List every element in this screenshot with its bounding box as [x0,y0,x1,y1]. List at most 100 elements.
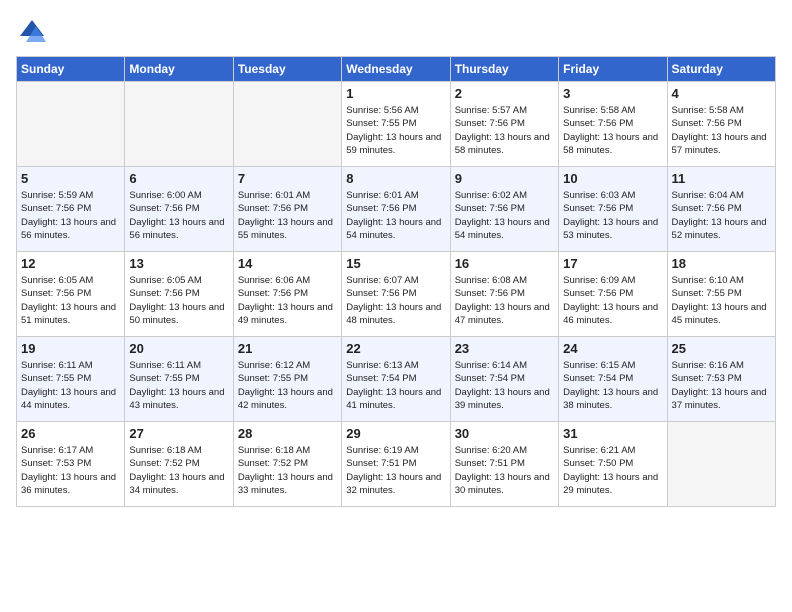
day-info: Sunrise: 6:09 AMSunset: 7:56 PMDaylight:… [563,274,662,327]
day-info: Sunrise: 6:13 AMSunset: 7:54 PMDaylight:… [346,359,445,412]
calendar-week-row: 5 Sunrise: 5:59 AMSunset: 7:56 PMDaylight… [17,167,776,252]
calendar-cell: 20 Sunrise: 6:11 AMSunset: 7:55 PMDayligh… [125,337,233,422]
calendar-cell: 2 Sunrise: 5:57 AMSunset: 7:56 PMDaylight… [450,82,558,167]
day-number: 10 [563,171,662,186]
calendar-cell: 31Sunrise: 6:21 AMSunset: 7:50 PMDayligh… [559,422,667,507]
weekday-header: Friday [559,57,667,82]
logo-icon [16,16,48,48]
day-number: 3 [563,86,662,101]
calendar-cell: 16 Sunrise: 6:08 AMSunset: 7:56 PMDayligh… [450,252,558,337]
day-info: Sunrise: 6:15 AMSunset: 7:54 PMDaylight:… [563,359,662,412]
day-info: Sunrise: 6:08 AMSunset: 7:56 PMDaylight:… [455,274,554,327]
day-info: Sunrise: 5:59 AMSunset: 7:56 PMDaylight:… [21,189,120,242]
day-number: 19 [21,341,120,356]
calendar-cell [125,82,233,167]
day-info: Sunrise: 6:00 AMSunset: 7:56 PMDaylight:… [129,189,228,242]
day-info: Sunrise: 6:03 AMSunset: 7:56 PMDaylight:… [563,189,662,242]
calendar-cell: 29Sunrise: 6:19 AMSunset: 7:51 PMDayligh… [342,422,450,507]
weekday-header: Monday [125,57,233,82]
weekday-header-row: SundayMondayTuesdayWednesdayThursdayFrid… [17,57,776,82]
calendar-cell: 14 Sunrise: 6:06 AMSunset: 7:56 PMDayligh… [233,252,341,337]
calendar-cell: 22 Sunrise: 6:13 AMSunset: 7:54 PMDayligh… [342,337,450,422]
calendar-cell: 7 Sunrise: 6:01 AMSunset: 7:56 PMDaylight… [233,167,341,252]
day-number: 6 [129,171,228,186]
day-number: 29 [346,426,445,441]
day-number: 24 [563,341,662,356]
day-number: 17 [563,256,662,271]
day-info: Sunrise: 6:16 AMSunset: 7:53 PMDaylight:… [672,359,771,412]
calendar-cell: 1 Sunrise: 5:56 AMSunset: 7:55 PMDaylight… [342,82,450,167]
day-number: 21 [238,341,337,356]
day-info: Sunrise: 6:17 AMSunset: 7:53 PMDaylight:… [21,444,120,497]
calendar-cell: 18 Sunrise: 6:10 AMSunset: 7:55 PMDayligh… [667,252,775,337]
calendar-week-row: 1 Sunrise: 5:56 AMSunset: 7:55 PMDaylight… [17,82,776,167]
calendar-cell: 3 Sunrise: 5:58 AMSunset: 7:56 PMDaylight… [559,82,667,167]
day-number: 28 [238,426,337,441]
calendar-cell: 10 Sunrise: 6:03 AMSunset: 7:56 PMDayligh… [559,167,667,252]
day-info: Sunrise: 6:20 AMSunset: 7:51 PMDaylight:… [455,444,554,497]
calendar-cell [233,82,341,167]
day-info: Sunrise: 6:11 AMSunset: 7:55 PMDaylight:… [21,359,120,412]
weekday-header: Sunday [17,57,125,82]
day-info: Sunrise: 6:04 AMSunset: 7:56 PMDaylight:… [672,189,771,242]
weekday-header: Saturday [667,57,775,82]
calendar-cell: 17 Sunrise: 6:09 AMSunset: 7:56 PMDayligh… [559,252,667,337]
day-number: 12 [21,256,120,271]
day-info: Sunrise: 6:07 AMSunset: 7:56 PMDaylight:… [346,274,445,327]
calendar-cell: 9 Sunrise: 6:02 AMSunset: 7:56 PMDaylight… [450,167,558,252]
day-info: Sunrise: 6:14 AMSunset: 7:54 PMDaylight:… [455,359,554,412]
day-number: 16 [455,256,554,271]
day-number: 2 [455,86,554,101]
day-number: 8 [346,171,445,186]
calendar-cell: 19 Sunrise: 6:11 AMSunset: 7:55 PMDayligh… [17,337,125,422]
calendar-cell: 26 Sunrise: 6:17 AMSunset: 7:53 PMDayligh… [17,422,125,507]
calendar-week-row: 19 Sunrise: 6:11 AMSunset: 7:55 PMDayligh… [17,337,776,422]
logo [16,16,52,48]
calendar-table: SundayMondayTuesdayWednesdayThursdayFrid… [16,56,776,507]
weekday-header: Wednesday [342,57,450,82]
day-number: 23 [455,341,554,356]
calendar-cell: 27Sunrise: 6:18 AMSunset: 7:52 PMDayligh… [125,422,233,507]
day-number: 26 [21,426,120,441]
day-info: Sunrise: 5:57 AMSunset: 7:56 PMDaylight:… [455,104,554,157]
day-number: 7 [238,171,337,186]
day-number: 18 [672,256,771,271]
calendar-cell: 15 Sunrise: 6:07 AMSunset: 7:56 PMDayligh… [342,252,450,337]
day-info: Sunrise: 6:02 AMSunset: 7:56 PMDaylight:… [455,189,554,242]
day-info: Sunrise: 6:05 AMSunset: 7:56 PMDaylight:… [129,274,228,327]
day-info: Sunrise: 6:01 AMSunset: 7:56 PMDaylight:… [346,189,445,242]
calendar-cell: 12Sunrise: 6:05 AMSunset: 7:56 PMDayligh… [17,252,125,337]
day-number: 5 [21,171,120,186]
day-info: Sunrise: 6:21 AMSunset: 7:50 PMDaylight:… [563,444,662,497]
day-number: 22 [346,341,445,356]
day-info: Sunrise: 5:56 AMSunset: 7:55 PMDaylight:… [346,104,445,157]
calendar-cell: 6 Sunrise: 6:00 AMSunset: 7:56 PMDaylight… [125,167,233,252]
day-number: 30 [455,426,554,441]
calendar-cell: 4Sunrise: 5:58 AMSunset: 7:56 PMDaylight… [667,82,775,167]
calendar-cell: 28Sunrise: 6:18 AMSunset: 7:52 PMDayligh… [233,422,341,507]
day-number: 20 [129,341,228,356]
calendar-cell: 11Sunrise: 6:04 AMSunset: 7:56 PMDayligh… [667,167,775,252]
calendar-cell: 24 Sunrise: 6:15 AMSunset: 7:54 PMDayligh… [559,337,667,422]
day-number: 25 [672,341,771,356]
day-number: 14 [238,256,337,271]
day-number: 27 [129,426,228,441]
day-info: Sunrise: 6:01 AMSunset: 7:56 PMDaylight:… [238,189,337,242]
calendar-week-row: 12 Sunrise: 6:05 AMSunset: 7:56 PMDayligh… [17,252,776,337]
page-header [16,16,776,48]
calendar-cell: 13Sunrise: 6:05 AMSunset: 7:56 PMDayligh… [125,252,233,337]
calendar-cell [17,82,125,167]
day-info: Sunrise: 6:06 AMSunset: 7:56 PMDaylight:… [238,274,337,327]
day-info: Sunrise: 6:11 AMSunset: 7:55 PMDaylight:… [129,359,228,412]
calendar-cell: 30 Sunrise: 6:20 AMSunset: 7:51 PMDayligh… [450,422,558,507]
day-number: 1 [346,86,445,101]
day-number: 15 [346,256,445,271]
day-number: 9 [455,171,554,186]
day-info: Sunrise: 6:10 AMSunset: 7:55 PMDaylight:… [672,274,771,327]
weekday-header: Thursday [450,57,558,82]
day-info: Sunrise: 5:58 AMSunset: 7:56 PMDaylight:… [563,104,662,157]
calendar-cell: 21Sunrise: 6:12 AMSunset: 7:55 PMDayligh… [233,337,341,422]
calendar-cell: 8 Sunrise: 6:01 AMSunset: 7:56 PMDaylight… [342,167,450,252]
calendar-cell: 5 Sunrise: 5:59 AMSunset: 7:56 PMDaylight… [17,167,125,252]
calendar-week-row: 26 Sunrise: 6:17 AMSunset: 7:53 PMDayligh… [17,422,776,507]
